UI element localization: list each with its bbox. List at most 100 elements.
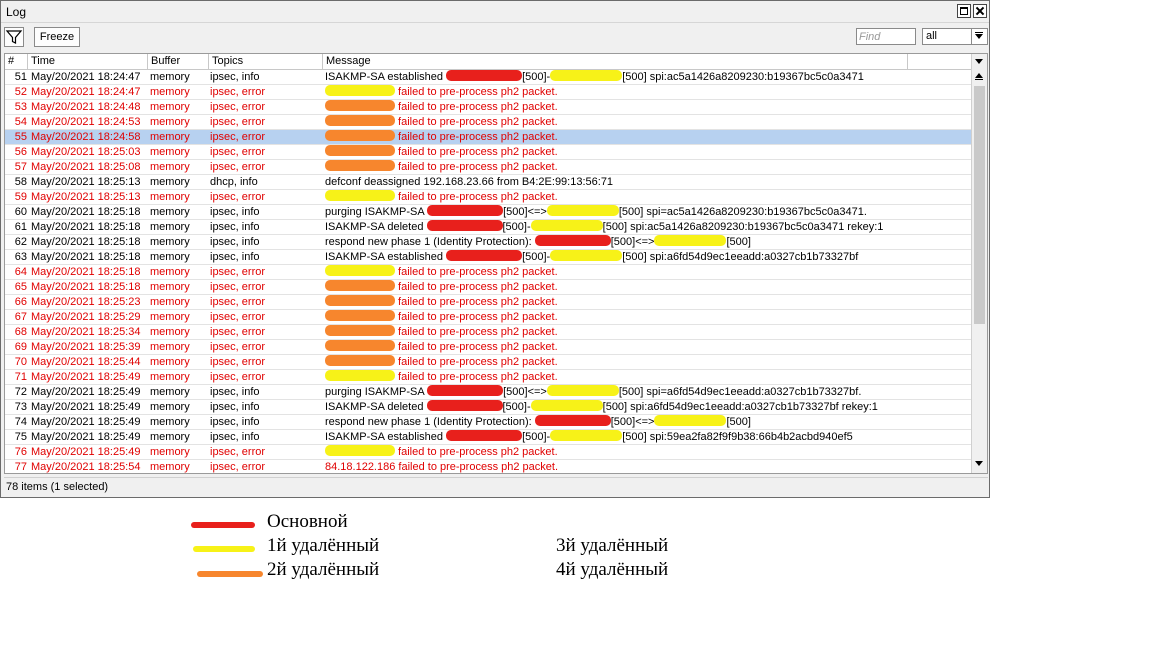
redaction-marker [427, 385, 504, 396]
row-buffer: memory [150, 176, 190, 188]
table-row[interactable]: 73 May/20/2021 18:25:49 memory ipsec, info I… [5, 400, 972, 415]
close-icon[interactable] [973, 4, 987, 18]
col-header-message[interactable]: Message [323, 54, 908, 69]
scroll-down-icon[interactable] [972, 458, 987, 471]
table-row[interactable]: 71 May/20/2021 18:25:49 memory ipsec, error… [5, 370, 972, 385]
row-number: 65 [14, 281, 27, 293]
message-tail: failed to pre-process ph2 packet. [395, 446, 558, 458]
row-message: failed to pre-process ph2 packet. [325, 190, 925, 204]
row-number: 57 [14, 161, 27, 173]
table-row[interactable]: 61 May/20/2021 18:25:18 memory ipsec, info I… [5, 220, 972, 235]
table-row[interactable]: 56 May/20/2021 18:25:03 memory ipsec, error… [5, 145, 972, 160]
table-row[interactable]: 51 May/20/2021 18:24:47 memory ipsec, info I… [5, 70, 972, 85]
message-text: respond new phase 1 (Identity Protection… [325, 416, 535, 428]
row-message: ISAKMP-SA deleted [500]- [500] spi:a6fd54… [325, 400, 925, 414]
col-header-number[interactable]: # [5, 54, 28, 69]
row-time: May/20/2021 18:25:44 [31, 356, 141, 368]
message-tail: failed to pre-process ph2 packet. [395, 296, 558, 308]
message-tail: failed to pre-process ph2 packet. [395, 461, 559, 473]
row-number: 56 [14, 146, 27, 158]
row-topics: ipsec, error [210, 371, 266, 383]
log-table: # Time Buffer Topics Message 51 May/20/20… [4, 53, 988, 474]
row-topics: ipsec, info [210, 236, 260, 248]
row-number: 74 [14, 416, 27, 428]
table-row[interactable]: 55 May/20/2021 18:24:58 memory ipsec, error… [5, 130, 972, 145]
row-time: May/20/2021 18:25:49 [31, 431, 141, 443]
vertical-scrollbar[interactable] [971, 54, 987, 473]
table-row[interactable]: 64 May/20/2021 18:25:18 memory ipsec, error… [5, 265, 972, 280]
col-header-time[interactable]: Time [28, 54, 148, 69]
table-row[interactable]: 58 May/20/2021 18:25:13 memory dhcp, info de… [5, 175, 972, 190]
table-row[interactable]: 60 May/20/2021 18:25:18 memory ipsec, info p… [5, 205, 972, 220]
redaction-marker [325, 145, 395, 156]
message-tail: [500]- [502, 221, 531, 233]
table-row[interactable]: 74 May/20/2021 18:25:49 memory ipsec, info r… [5, 415, 972, 430]
table-row[interactable]: 68 May/20/2021 18:25:34 memory ipsec, error… [5, 325, 972, 340]
table-row[interactable]: 63 May/20/2021 18:25:18 memory ipsec, info I… [5, 250, 972, 265]
scroll-thumb[interactable] [974, 86, 985, 324]
message-tail: failed to pre-process ph2 packet. [395, 86, 558, 98]
row-buffer: memory [150, 386, 190, 398]
message-tail-2: [500] spi:a6fd54d9ec1eeadd:a0327cb1b7332… [622, 251, 859, 263]
row-number: 69 [14, 341, 27, 353]
dropdown-arrow-icon[interactable] [971, 29, 987, 44]
row-buffer: memory [150, 326, 190, 338]
message-text: ISAKMP-SA established [325, 431, 447, 443]
col-header-buffer[interactable]: Buffer [148, 54, 209, 69]
freeze-button[interactable]: Freeze [34, 27, 80, 47]
redaction-marker [534, 235, 611, 246]
row-buffer: memory [150, 371, 190, 383]
toolbar: Freeze all [1, 23, 989, 51]
redaction-marker [325, 340, 395, 351]
table-row[interactable]: 59 May/20/2021 18:25:13 memory ipsec, error… [5, 190, 972, 205]
row-number: 59 [14, 191, 27, 203]
row-topics: ipsec, error [210, 266, 266, 278]
row-message: purging ISAKMP-SA [500]<=> [500] spi=a6fd… [325, 385, 925, 399]
redaction-marker [325, 190, 395, 201]
row-message: ISAKMP-SA established [500]- [500] spi:59… [325, 430, 925, 444]
row-buffer: memory [150, 86, 190, 98]
row-time: May/20/2021 18:25:29 [31, 311, 141, 323]
table-row[interactable]: 66 May/20/2021 18:25:23 memory ipsec, error… [5, 295, 972, 310]
col-header-topics[interactable]: Topics [209, 54, 323, 69]
table-row[interactable]: 75 May/20/2021 18:25:49 memory ipsec, info I… [5, 430, 972, 445]
row-time: May/20/2021 18:25:08 [31, 161, 141, 173]
scroll-menu-arrow-icon[interactable] [972, 54, 987, 69]
row-time: May/20/2021 18:25:13 [31, 176, 141, 188]
row-message: failed to pre-process ph2 packet. [325, 115, 925, 129]
table-row[interactable]: 67 May/20/2021 18:25:29 memory ipsec, error… [5, 310, 972, 325]
table-row[interactable]: 57 May/20/2021 18:25:08 memory ipsec, error… [5, 160, 972, 175]
message-tail: [500]- [522, 71, 551, 83]
table-row[interactable]: 70 May/20/2021 18:25:44 memory ipsec, error… [5, 355, 972, 370]
row-buffer: memory [150, 251, 190, 263]
row-topics: ipsec, error [210, 86, 266, 98]
row-topics: ipsec, info [210, 401, 260, 413]
maximize-icon[interactable] [957, 4, 971, 18]
row-time: May/20/2021 18:24:48 [31, 101, 141, 113]
buffer-filter-select[interactable]: all [922, 28, 988, 45]
table-row[interactable]: 52 May/20/2021 18:24:47 memory ipsec, error… [5, 85, 972, 100]
table-row[interactable]: 65 May/20/2021 18:25:18 memory ipsec, error… [5, 280, 972, 295]
table-row[interactable]: 53 May/20/2021 18:24:48 memory ipsec, error… [5, 100, 972, 115]
row-message: ISAKMP-SA deleted [500]- [500] spi:ac5a14… [325, 220, 925, 234]
row-message: respond new phase 1 (Identity Protection… [325, 235, 925, 249]
row-topics: ipsec, error [210, 326, 266, 338]
redaction-marker [426, 400, 503, 411]
find-input[interactable] [856, 28, 916, 45]
table-row[interactable]: 72 May/20/2021 18:25:49 memory ipsec, info p… [5, 385, 972, 400]
scroll-to-top-icon[interactable] [972, 70, 987, 83]
table-row[interactable]: 76 May/20/2021 18:25:49 memory ipsec, error… [5, 445, 972, 460]
filter-button[interactable] [4, 27, 24, 47]
row-topics: ipsec, error [210, 311, 266, 323]
row-number: 51 [14, 71, 27, 83]
table-row[interactable]: 62 May/20/2021 18:25:18 memory ipsec, info r… [5, 235, 972, 250]
table-row[interactable]: 54 May/20/2021 18:24:53 memory ipsec, error… [5, 115, 972, 130]
message-text: defconf deassigned 192.168.23.66 from B4… [325, 176, 614, 188]
row-number: 55 [14, 131, 27, 143]
table-row[interactable]: 77 May/20/2021 18:25:54 memory ipsec, error… [5, 460, 972, 473]
legend-remote2: 2й удалённый [267, 559, 380, 580]
row-time: May/20/2021 18:25:54 [31, 461, 141, 473]
legend-remote3: 3й удалённый [556, 535, 669, 556]
table-row[interactable]: 69 May/20/2021 18:25:39 memory ipsec, error… [5, 340, 972, 355]
redaction-marker [325, 265, 395, 276]
